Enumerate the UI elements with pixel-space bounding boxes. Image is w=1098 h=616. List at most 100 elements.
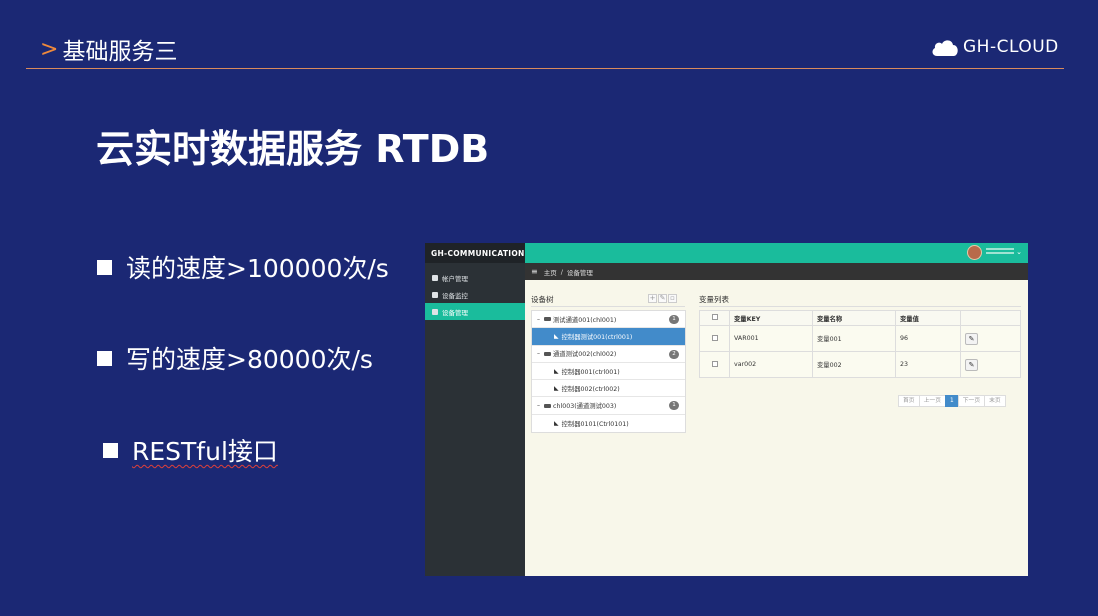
logo: GH-CLOUD bbox=[930, 36, 1059, 58]
main-title: 云实时数据服务 RTDB bbox=[96, 127, 490, 171]
cell-name: 变量001 bbox=[812, 325, 896, 352]
user-menu[interactable] bbox=[986, 248, 1014, 256]
select-all-checkbox[interactable] bbox=[699, 310, 730, 326]
breadcrumb-current: 设备管理 bbox=[566, 268, 593, 277]
table-row[interactable]: VAR001 变量001 96 ✎ bbox=[699, 325, 1021, 352]
section-title: 基础服务三 bbox=[62, 39, 178, 65]
table-header-row: 变量KEY 变量名称 变量值 bbox=[699, 310, 1021, 326]
bullet-square-icon bbox=[103, 442, 118, 458]
collapse-icon[interactable]: – bbox=[537, 316, 542, 323]
column-header[interactable]: 变量KEY bbox=[729, 310, 813, 326]
collapse-icon[interactable]: – bbox=[537, 350, 542, 357]
bullet-text: RESTful接口 bbox=[132, 437, 278, 466]
slide: > 基础服务三 GH-CLOUD 云实时数据服务 RTDB 读的速度>10000… bbox=[0, 0, 1098, 616]
sidebar-item-devices[interactable]: 设备管理 bbox=[425, 303, 525, 320]
column-header[interactable]: 变量名称 bbox=[812, 310, 896, 326]
camera-icon bbox=[432, 308, 438, 315]
table-row[interactable]: var002 变量002 23 ✎ bbox=[699, 351, 1021, 378]
tree-node-label: 通道测试002(chl002) bbox=[553, 351, 617, 359]
tree-node[interactable]: ◣ 控制器0101(Ctrl0101) bbox=[532, 415, 685, 432]
controller-icon: ◣ bbox=[554, 332, 559, 340]
camera-icon bbox=[544, 403, 551, 408]
tree-toolbar: + ✎ ▫ bbox=[647, 294, 677, 303]
camera-icon bbox=[544, 351, 551, 356]
tree-node-label: 控制器0101(Ctrl0101) bbox=[561, 420, 629, 428]
cell-actions: ✎ bbox=[960, 325, 1021, 352]
page-current[interactable]: 1 bbox=[945, 395, 959, 407]
page-next[interactable]: 下一页 bbox=[957, 395, 986, 407]
sidebar-item-label: 设备监控 bbox=[442, 291, 468, 300]
tree-node[interactable]: – 通道测试002(chl002) 2 bbox=[532, 346, 685, 363]
bullet-text: 读的速度>100000次/s bbox=[126, 254, 389, 283]
cell-key: var002 bbox=[729, 351, 813, 378]
logo-text: GH-CLOUD bbox=[963, 37, 1059, 57]
column-header-actions bbox=[960, 310, 1021, 326]
tree-node[interactable]: – chl003(通道测试003) 1 bbox=[532, 397, 685, 415]
column-header[interactable]: 变量值 bbox=[895, 310, 961, 326]
app-screenshot: GH-COMMUNICATION 帐户管理 设备监控 设备管理 ⌄ ≡ 主页 / bbox=[425, 243, 1028, 576]
tree-node-label: 测试通道001(chl001) bbox=[553, 316, 617, 324]
divider bbox=[531, 306, 685, 307]
device-tree: – 测试通道001(chl001) 1 ◣ 控制器测试001(ctrl001) … bbox=[531, 310, 686, 434]
cloud-icon bbox=[932, 40, 958, 56]
controller-icon: ◣ bbox=[554, 384, 559, 392]
app-topbar: ⌄ bbox=[525, 243, 1028, 263]
cell-actions: ✎ bbox=[960, 351, 1021, 378]
header: > 基础服务三 bbox=[40, 32, 177, 66]
count-badge: 2 bbox=[669, 349, 679, 359]
tree-node[interactable]: – 测试通道001(chl001) 1 bbox=[532, 311, 685, 329]
tree-node[interactable]: ◣ 控制器001(ctrl001) bbox=[532, 363, 685, 381]
variable-table: 变量KEY 变量名称 变量值 VAR001 变量001 96 ✎ var002 … bbox=[699, 310, 1021, 378]
page-last[interactable]: 末页 bbox=[984, 395, 1006, 407]
user-icon bbox=[432, 274, 438, 281]
breadcrumb-home[interactable]: 主页 bbox=[544, 267, 557, 277]
camera-icon bbox=[544, 317, 551, 322]
edit-pencil-icon[interactable]: ✎ bbox=[965, 332, 978, 345]
list-title: 变量列表 bbox=[699, 295, 729, 304]
tree-node-selected[interactable]: ◣ 控制器测试001(ctrl001) bbox=[532, 328, 685, 346]
tree-node-label: 控制器002(ctrl002) bbox=[561, 385, 620, 393]
avatar[interactable] bbox=[967, 245, 982, 260]
bullet-text: 写的速度>80000次/s bbox=[126, 345, 373, 374]
app-brand: GH-COMMUNICATION bbox=[425, 243, 525, 263]
bullet-item: 写的速度>80000次/s bbox=[97, 340, 373, 376]
breadcrumb-separator: / bbox=[560, 267, 563, 276]
app-sidebar: GH-COMMUNICATION 帐户管理 设备监控 设备管理 bbox=[425, 243, 525, 576]
row-checkbox[interactable] bbox=[699, 351, 730, 378]
count-badge: 1 bbox=[669, 315, 679, 324]
chevron-right-icon: > bbox=[40, 36, 59, 62]
row-checkbox[interactable] bbox=[699, 325, 730, 352]
cell-name: 变量002 bbox=[812, 351, 896, 378]
bullet-square-icon bbox=[97, 350, 112, 366]
tree-node-label: chl003(通道测试003) bbox=[553, 403, 617, 411]
dashboard-icon bbox=[432, 291, 438, 298]
pagination: 首页 上一页 1 下一页 末页 bbox=[898, 395, 1006, 407]
tree-title: 设备树 bbox=[531, 295, 554, 304]
edit-icon[interactable]: ✎ bbox=[658, 294, 667, 303]
sidebar-item-label: 帐户管理 bbox=[442, 274, 468, 283]
page-prev[interactable]: 上一页 bbox=[918, 395, 947, 407]
sidebar-item-label: 设备管理 bbox=[442, 308, 468, 317]
page-first[interactable]: 首页 bbox=[898, 395, 920, 407]
breadcrumb: ≡ 主页 / 设备管理 bbox=[525, 263, 1028, 280]
delete-icon[interactable]: ▫ bbox=[668, 294, 677, 303]
divider bbox=[699, 306, 1021, 307]
tree-node-label: 控制器测试001(ctrl001) bbox=[561, 333, 633, 341]
tree-node[interactable]: ◣ 控制器002(ctrl002) bbox=[532, 380, 685, 398]
menu-icon[interactable]: ≡ bbox=[531, 267, 538, 276]
header-divider bbox=[26, 68, 1064, 69]
cell-value: 96 bbox=[895, 325, 961, 352]
bullet-item: RESTful接口 bbox=[103, 432, 278, 468]
add-icon[interactable]: + bbox=[648, 294, 657, 303]
cell-value: 23 bbox=[895, 351, 961, 378]
controller-icon: ◣ bbox=[554, 419, 559, 427]
controller-icon: ◣ bbox=[554, 367, 559, 375]
chevron-down-icon[interactable]: ⌄ bbox=[1016, 248, 1022, 256]
sidebar-item-monitor[interactable]: 设备监控 bbox=[425, 286, 525, 303]
edit-pencil-icon[interactable]: ✎ bbox=[965, 358, 978, 371]
tree-node-label: 控制器001(ctrl001) bbox=[561, 368, 620, 376]
bullet-item: 读的速度>100000次/s bbox=[97, 249, 389, 285]
collapse-icon[interactable]: – bbox=[537, 402, 542, 409]
bullet-square-icon bbox=[97, 259, 112, 275]
sidebar-item-accounts[interactable]: 帐户管理 bbox=[425, 269, 525, 286]
